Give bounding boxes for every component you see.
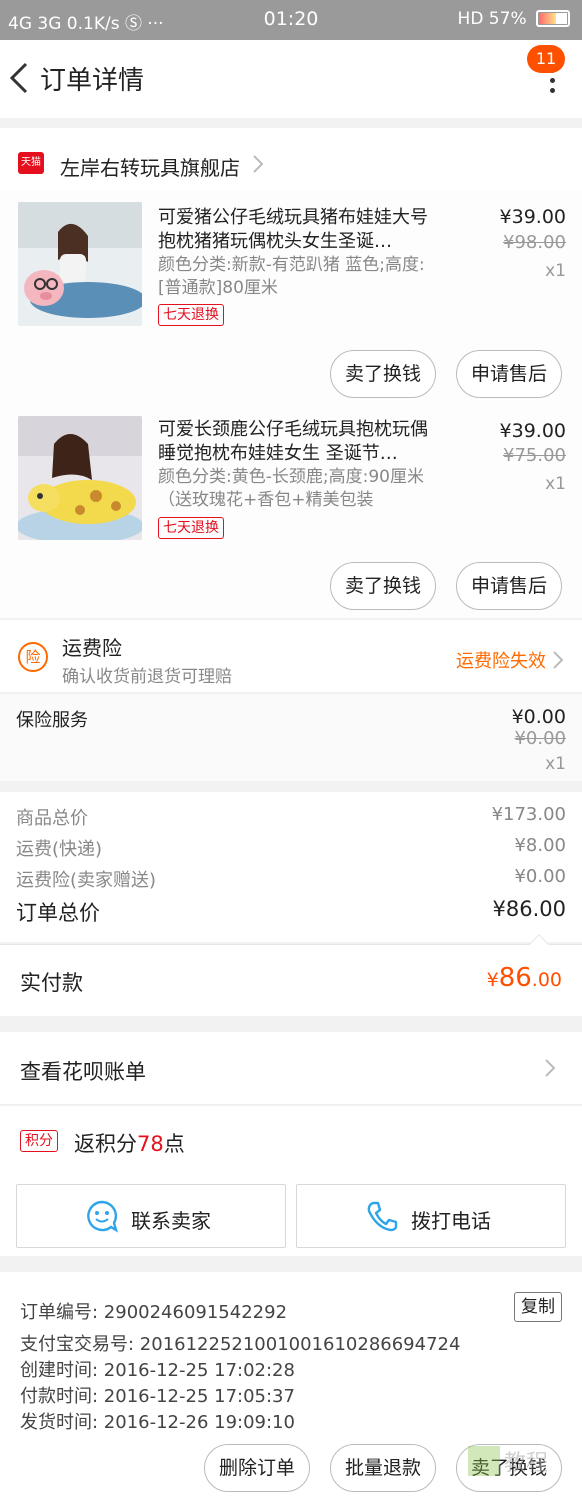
status-right-text: HD 57% <box>457 9 527 29</box>
notification-badge: 11 <box>527 45 565 73</box>
product-price: ¥39.00 <box>499 206 566 228</box>
freight-insurance-subtitle: 确认收货前退货可理赔 <box>62 667 232 687</box>
call-phone-button[interactable]: 拨打电话 <box>296 1184 566 1248</box>
points-row: 积分 返积分78点 <box>0 1106 582 1176</box>
chevron-right-icon <box>545 1059 556 1077</box>
payment-integer: 86 <box>498 963 532 993</box>
status-right: HD 57% <box>458 9 570 29</box>
contact-seller-button[interactable]: 联系卖家 <box>16 1184 286 1248</box>
seven-day-return-badge: 七天退换 <box>158 517 224 539</box>
product-spec: 颜色分类:新款-有范趴猪 蓝色;高度:[普通款]80厘米 <box>158 255 425 298</box>
product-image-pig[interactable] <box>18 202 142 326</box>
back-arrow-icon[interactable] <box>6 58 34 98</box>
actual-payment-amount: ¥86.00 <box>487 963 562 993</box>
watermark-logo: 教程 <box>468 1446 548 1476</box>
store-name[interactable]: 左岸右转玩具旗舰店 <box>60 152 240 181</box>
order-item: 可爱猪公仔毛绒玩具猪布娃娃大号抱枕猪猪玩偶枕头女生圣诞… 颜色分类:新款-有范趴… <box>0 190 582 402</box>
chevron-right-icon <box>253 155 264 173</box>
summary-total-row: 订单总价 ¥86.00 <box>16 897 566 927</box>
shipped-time: 发货时间: 2016-12-26 19:09:10 <box>20 1412 295 1433</box>
call-phone-label: 拨打电话 <box>411 1209 491 1233</box>
summary-shipping-label: 运费(快递) <box>16 839 103 860</box>
chevron-right-icon <box>553 651 564 669</box>
contact-actions: 联系卖家 拨打电话 <box>0 1176 582 1256</box>
insurance-service-original-price: ¥0.00 <box>514 728 566 749</box>
copy-button[interactable]: 复制 <box>514 1292 562 1322</box>
summary-goods-label: 商品总价 <box>16 808 88 829</box>
summary-freight-insurance-value: ¥0.00 <box>514 866 566 887</box>
insurance-service-label: 保险服务 <box>16 710 88 731</box>
points-number: 78 <box>137 1132 164 1156</box>
payment-currency: ¥ <box>486 969 499 991</box>
actual-payment-row: 实付款 ¥86.00 <box>0 934 582 1016</box>
after-sales-button[interactable]: 申请售后 <box>456 562 562 610</box>
order-info: 订单编号: 2900246091542292 复制 支付宝交易号: 201612… <box>0 1272 582 1500</box>
page-title: 订单详情 <box>40 66 145 96</box>
summary-shipping-value: ¥8.00 <box>514 835 566 856</box>
points-prefix: 返积分 <box>74 1132 137 1156</box>
product-spec: 颜色分类:黄色-长颈鹿;高度:90厘米（送玫瑰花+香包+精美包装 <box>158 467 424 510</box>
freight-insurance-status[interactable]: 运费险失效 <box>456 647 546 673</box>
svg-text:教程: 教程 <box>504 1451 548 1476</box>
alipay-transaction-number: 支付宝交易号: 2016122521001001610286694724 <box>20 1334 461 1355</box>
insurance-service-quantity: x1 <box>545 754 566 774</box>
product-original-price: ¥98.00 <box>503 232 566 253</box>
seven-day-return-badge: 七天退换 <box>158 304 224 326</box>
insurance-icon: 险 <box>18 642 48 672</box>
actual-payment-label: 实付款 <box>20 971 83 995</box>
summary-goods-value: ¥173.00 <box>491 804 566 825</box>
store-header[interactable]: 天猫 左岸右转玩具旗舰店 <box>0 128 582 190</box>
tmall-logo-icon: 天猫 <box>18 152 44 174</box>
product-quantity: x1 <box>545 474 566 494</box>
points-text: 返积分78点 <box>74 1128 185 1158</box>
batch-refund-button[interactable]: 批量退款 <box>330 1444 436 1492</box>
summary-goods-row: 商品总价 ¥173.00 <box>16 804 566 830</box>
summary-freight-insurance-row: 运费险(卖家赠送) ¥0.00 <box>16 866 566 892</box>
status-bar: 4G 3G 0.1K/s Ⓢ ··· 01:20 HD 57% <box>0 0 582 40</box>
points-suffix: 点 <box>163 1132 185 1156</box>
summary-freight-insurance-label: 运费险(卖家赠送) <box>16 870 157 891</box>
summary-total-label: 订单总价 <box>16 901 100 925</box>
freight-insurance-row[interactable]: 险 运费险 确认收货前退货可理赔 运费险失效 <box>0 620 582 692</box>
price-summary: 商品总价 ¥173.00 运费(快递) ¥8.00 运费险(卖家赠送) ¥0.0… <box>0 792 582 942</box>
order-item: 可爱长颈鹿公仔毛绒玩具抱枕玩偶睡觉抱枕布娃娃女生 圣诞节… 颜色分类:黄色-长颈… <box>0 402 582 618</box>
insurance-service-price: ¥0.00 <box>511 706 566 728</box>
paid-time: 付款时间: 2016-12-25 17:05:37 <box>20 1386 295 1407</box>
product-quantity: x1 <box>545 261 566 281</box>
insurance-service-row: 保险服务 ¥0.00 ¥0.00 x1 <box>0 693 582 781</box>
huabei-bill-label: 查看花呗账单 <box>20 1060 146 1084</box>
battery-icon <box>536 10 570 27</box>
created-time: 创建时间: 2016-12-25 17:02:28 <box>20 1360 295 1381</box>
huabei-bill-row[interactable]: 查看花呗账单 <box>0 1032 582 1105</box>
freight-insurance-title: 运费险 <box>62 636 122 660</box>
payment-decimal: .00 <box>531 969 562 991</box>
sell-for-cash-button[interactable]: 卖了换钱 <box>330 562 436 610</box>
phone-icon <box>367 1201 398 1232</box>
summary-total-value: ¥86.00 <box>492 897 566 921</box>
product-price: ¥39.00 <box>499 420 566 442</box>
chat-bubble-icon <box>87 1200 118 1233</box>
navbar: 订单详情 11 <box>0 40 582 118</box>
points-badge: 积分 <box>20 1130 58 1152</box>
product-title[interactable]: 可爱猪公仔毛绒玩具猪布娃娃大号抱枕猪猪玩偶枕头女生圣诞… <box>158 206 440 254</box>
order-number: 订单编号: 2900246091542292 <box>20 1302 288 1323</box>
sell-for-cash-button[interactable]: 卖了换钱 <box>330 350 436 398</box>
summary-shipping-row: 运费(快递) ¥8.00 <box>16 835 566 861</box>
contact-seller-label: 联系卖家 <box>131 1209 211 1233</box>
after-sales-button[interactable]: 申请售后 <box>456 350 562 398</box>
delete-order-button[interactable]: 删除订单 <box>204 1444 310 1492</box>
product-title[interactable]: 可爱长颈鹿公仔毛绒玩具抱枕玩偶睡觉抱枕布娃娃女生 圣诞节… <box>158 418 440 466</box>
product-original-price: ¥75.00 <box>503 445 566 466</box>
product-image-giraffe[interactable] <box>18 416 142 540</box>
